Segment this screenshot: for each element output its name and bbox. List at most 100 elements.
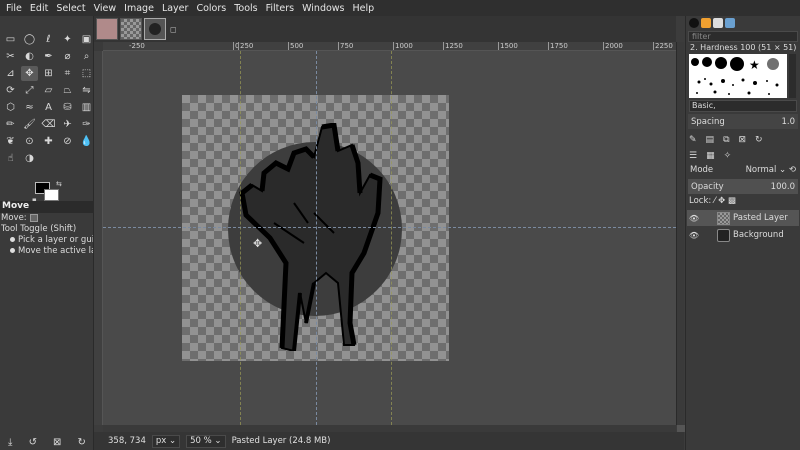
vertical-scrollbar[interactable] [676,42,684,425]
clone-icon[interactable]: ⊙ [21,134,38,149]
move-mode-layer-icon[interactable] [29,213,38,222]
crop-icon[interactable]: ⌗ [59,66,76,81]
opacity-slider[interactable]: Opacity 100.0 [688,179,798,194]
ink-icon[interactable]: ✑ [78,117,95,132]
foreground-select-icon[interactable]: ◐ [21,49,38,64]
document-history-tab-icon[interactable] [725,18,735,28]
paths-tab-icon[interactable]: ✧ [724,151,732,161]
horizontal-ruler[interactable]: -250 0 250 500 750 1000 1250 1500 1750 2000 2250 [103,42,676,51]
save-options-icon[interactable]: ⤓ [8,437,12,448]
brush-previews[interactable]: ★ [689,54,787,98]
ellipse-select-icon[interactable]: ◯ [21,32,38,47]
horizontal-guide[interactable] [103,227,676,228]
airbrush-icon[interactable]: ✈ [59,117,76,132]
image-tab-3[interactable] [144,18,166,40]
zoom-icon[interactable]: ⌕ [78,49,95,64]
channels-tab-icon[interactable]: ▦ [706,151,715,161]
ruler-corner[interactable] [94,42,103,51]
patterns-tab-icon[interactable] [701,18,711,28]
navigate-button[interactable] [677,425,685,432]
menu-image[interactable]: Image [120,3,158,14]
lock-position-icon[interactable]: ✥ [718,196,725,206]
layer-name[interactable]: Background [733,230,784,240]
warp-icon[interactable]: ≈ [21,100,38,115]
option-pick-layer[interactable]: Pick a layer or guide [1,235,93,245]
restore-options-icon[interactable]: ↺ [29,437,37,448]
background-color-swatch[interactable] [44,189,59,201]
edit-brush-icon[interactable]: ✎ [689,135,697,145]
option-move-active[interactable]: Move the active layer [1,246,93,256]
rotate-icon[interactable]: ⟳ [2,83,19,98]
scissors-icon[interactable]: ✂ [2,49,19,64]
swap-colors-icon[interactable]: ⇆ [56,180,62,188]
brush-tag-input[interactable]: Basic, [689,100,797,112]
menu-windows[interactable]: Windows [298,3,348,14]
layer-row-pasted[interactable]: 👁 Pasted Layer [687,210,799,226]
layer-row-background[interactable]: 👁 Background [687,227,799,243]
lock-alpha-icon[interactable]: ▩ [728,196,736,206]
refresh-brushes-icon[interactable]: ↻ [755,135,763,145]
color-picker-icon[interactable]: ⌀ [59,49,76,64]
text-icon[interactable]: A [40,100,57,115]
vertical-guide[interactable] [316,51,317,425]
unit-select[interactable]: px ⌄ [151,434,181,448]
move-icon[interactable]: ✥ [21,66,38,81]
new-brush-icon[interactable]: ▤ [706,135,715,145]
measure-icon[interactable]: ⊿ [2,66,19,81]
lock-pixels-icon[interactable]: ⁄ [714,196,715,206]
vertical-ruler[interactable] [94,51,103,425]
image-canvas[interactable]: ✥ [103,51,676,425]
menu-layer[interactable]: Layer [158,3,193,14]
horizontal-scrollbar[interactable] [103,425,676,432]
radio-move-icon[interactable] [10,248,15,253]
menu-help[interactable]: Help [349,3,379,14]
fuzzy-select-icon[interactable]: ✦ [59,32,76,47]
menu-file[interactable]: File [2,3,26,14]
menu-view[interactable]: View [90,3,121,14]
radio-pick-icon[interactable] [10,237,15,242]
perspective-icon[interactable]: ⏢ [59,83,76,98]
visibility-eye-icon[interactable]: 👁 [687,214,701,223]
delete-brush-icon[interactable]: ⊠ [739,135,747,145]
eraser-icon[interactable]: ⌫ [40,117,57,132]
visibility-eye-icon[interactable]: 👁 [687,231,701,240]
mypaint-brush-icon[interactable]: ❦ [2,134,19,149]
paths-icon[interactable]: ✒ [40,49,57,64]
cage-icon[interactable]: ⬡ [2,100,19,115]
gradient-icon[interactable]: ▥ [78,100,95,115]
delete-options-icon[interactable]: ⊠ [53,437,61,448]
select-by-color-icon[interactable]: ▣ [78,32,95,47]
spacing-value[interactable]: 1.0 [781,117,795,127]
dodge-icon[interactable]: ◑ [21,151,38,166]
brush-grid-scrollbar[interactable] [789,54,796,98]
image-tab-2[interactable] [120,18,142,40]
fonts-tab-icon[interactable] [713,18,723,28]
brushes-tab-icon[interactable] [689,18,699,28]
spacing-slider[interactable]: Spacing 1.0 [688,114,798,129]
shear-icon[interactable]: ▱ [40,83,57,98]
menu-filters[interactable]: Filters [262,3,298,14]
mode-select[interactable]: Normal ⌄ ⟲ [746,165,796,175]
brush-filter-input[interactable]: filter [688,31,798,42]
perspective-clone-icon[interactable]: ⊘ [59,134,76,149]
layers-tab-icon[interactable]: ☰ [689,151,697,161]
zoom-select[interactable]: 50 % ⌄ [186,434,226,448]
rect-select-icon[interactable]: ▭ [2,32,19,47]
image-tab-1[interactable] [96,18,118,40]
scale-icon[interactable]: ⤢ [21,83,38,98]
blur-icon[interactable]: 💧 [78,134,95,149]
tab-close-icon[interactable]: ◻ [170,25,177,34]
menu-select[interactable]: Select [52,3,89,14]
unified-transform-icon[interactable]: ⬚ [78,66,95,81]
flip-icon[interactable]: ⇋ [78,83,95,98]
menu-tools[interactable]: Tools [230,3,261,14]
duplicate-brush-icon[interactable]: ⧉ [723,135,729,145]
layer-name[interactable]: Pasted Layer [733,213,788,223]
reset-options-icon[interactable]: ↻ [78,437,86,448]
paintbrush-icon[interactable]: 🖌 [21,117,38,132]
smudge-icon[interactable]: ☝ [2,151,19,166]
align-icon[interactable]: ⊞ [40,66,57,81]
lasso-icon[interactable]: ℓ [40,32,57,47]
menu-edit[interactable]: Edit [26,3,52,14]
menu-colors[interactable]: Colors [192,3,230,14]
